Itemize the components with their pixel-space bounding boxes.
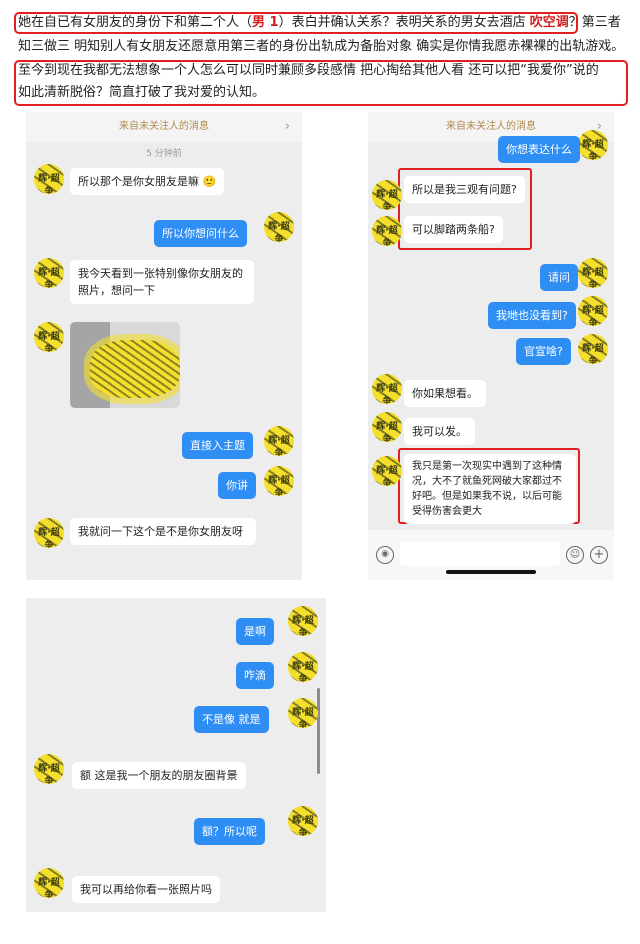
chevron-right-icon: › xyxy=(284,119,290,134)
avatar: 辉·超争 xyxy=(34,258,64,288)
message-bubble[interactable]: 你想表达什么 xyxy=(498,136,580,163)
avatar: 辉·超争 xyxy=(34,754,64,784)
avatar: 辉·超争 xyxy=(264,212,294,242)
message-bubble[interactable]: 你如果想看。 xyxy=(404,380,486,407)
avatar: 辉·超争 xyxy=(578,334,608,364)
avatar: 辉·超争 xyxy=(578,296,608,326)
message-bubble[interactable]: 是啊 xyxy=(236,618,274,645)
plus-icon[interactable]: + xyxy=(590,546,608,564)
home-indicator xyxy=(446,570,536,574)
avatar: 辉·超争 xyxy=(288,698,318,728)
avatar: 辉·超争 xyxy=(372,216,402,246)
message-bubble[interactable]: 我可以发。 xyxy=(404,418,475,445)
avatar: 辉·超争 xyxy=(34,164,64,194)
message-bubble[interactable]: 所以是我三观有问题? xyxy=(404,176,525,203)
message-bubble[interactable]: 所以那个是你女朋友是嘛 🙂 xyxy=(70,168,225,195)
avatar: 辉·超争 xyxy=(288,806,318,836)
message-bubble[interactable]: 额 这是我一个朋友的朋友圈背景 xyxy=(72,762,246,789)
intro-line-3: 至今到现在我都无法想象一个人怎么可以同时兼顾多段感情 把心掏给其他人看 还可以把… xyxy=(18,63,599,78)
message-bubble[interactable]: 直接入主题 xyxy=(182,432,253,459)
message-bubble[interactable]: 请问 xyxy=(540,264,578,291)
message-bubble[interactable]: 所以你想问什么 xyxy=(154,220,247,247)
message-bubble[interactable]: 你讲 xyxy=(218,472,256,499)
intro-line-2: 知三做三 明知别人有女朋友还愿意用第三者的身份出轨成为备胎对象 确实是你情我愿赤… xyxy=(18,39,625,54)
chat-screenshot-1: 来自未关注人的消息 › 5 分钟前 辉·超争 所以那个是你女朋友是嘛 🙂 辉·超争… xyxy=(26,112,302,580)
message-bubble[interactable]: 可以脚踏两条船? xyxy=(404,216,503,243)
stranger-message-notice[interactable]: 来自未关注人的消息 › xyxy=(26,112,302,142)
avatar: 辉·超争 xyxy=(578,258,608,288)
avatar: 辉·超争 xyxy=(578,130,608,160)
avatar: 辉·超争 xyxy=(372,180,402,210)
message-bubble[interactable]: 不是像 就是 xyxy=(194,706,269,733)
avatar: 辉·超争 xyxy=(34,518,64,548)
emoji-icon[interactable]: ☺ xyxy=(566,546,584,564)
message-bubble[interactable]: 我只是第一次现实中遇到了这种情况，大不了就鱼死网破大家都过不好吧。但是如果我不说… xyxy=(404,454,576,524)
message-bubble[interactable]: 我就问一下这个是不是你女朋友呀 xyxy=(70,518,256,545)
avatar: 辉·超争 xyxy=(372,374,402,404)
avatar: 辉·超争 xyxy=(288,606,318,636)
message-bubble[interactable]: 我可以再给你看一张照片吗 xyxy=(72,876,220,903)
message-bubble[interactable]: 官宣啥? xyxy=(516,338,571,365)
message-bubble[interactable]: 额？所以呢 xyxy=(194,818,265,845)
avatar: 辉·超争 xyxy=(264,466,294,496)
avatar: 辉·超争 xyxy=(372,456,402,486)
message-input[interactable] xyxy=(400,542,560,566)
avatar: 辉·超争 xyxy=(288,652,318,682)
chat-screenshot-3: 辉·超争 是啊 辉·超争 咋滴 辉·超争 不是像 就是 辉·超争 额 这是我一个… xyxy=(26,598,326,912)
avatar: 辉·超争 xyxy=(264,426,294,456)
avatar: 辉·超争 xyxy=(34,868,64,898)
voice-icon[interactable]: ◉ xyxy=(376,546,394,564)
blurred-photo[interactable] xyxy=(70,322,180,408)
timestamp: 5 分钟前 xyxy=(146,149,182,159)
sticker-overlay xyxy=(90,340,180,398)
avatar: 辉·超争 xyxy=(372,412,402,442)
message-bubble[interactable]: 我哋也没看到? xyxy=(488,302,576,329)
message-bubble[interactable]: 咋滴 xyxy=(236,662,274,689)
avatar: 辉·超争 xyxy=(34,322,64,352)
intro-line-4: 如此清新脱俗？简直打破了我对爱的认知。 xyxy=(18,85,266,100)
message-bubble[interactable]: 我今天看到一张特别像你女朋友的照片，想问一下 xyxy=(70,260,254,304)
chat-screenshot-2: 来自未关注人的消息 › 辉·超争 你想表达什么 辉·超争 所以是我三观有问题? 辉… xyxy=(368,112,614,580)
intro-line-1: 她在自已有女朋友的身份下和第二个人（男 1）表白并确认关系？表明关系的男女去酒店… xyxy=(18,15,621,30)
